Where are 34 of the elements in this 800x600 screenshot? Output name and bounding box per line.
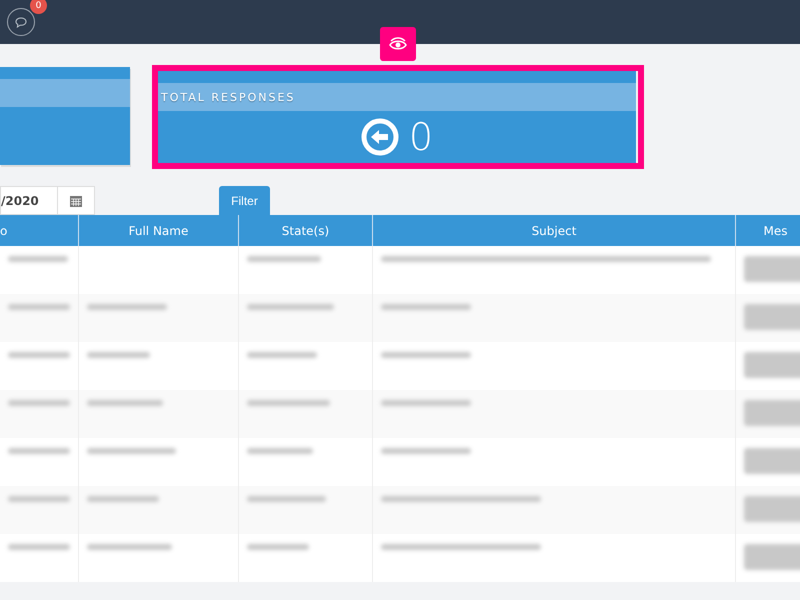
blurred-text — [8, 496, 70, 502]
blurred-text — [744, 304, 800, 330]
blurred-text — [744, 544, 800, 570]
blurred-text — [87, 496, 159, 502]
blurred-text — [8, 400, 70, 406]
filter-tab[interactable]: Filter — [219, 186, 270, 215]
blurred-text — [744, 496, 800, 522]
blurred-text — [8, 304, 70, 310]
date-field[interactable]: /2020 — [0, 186, 58, 215]
column-header[interactable]: Mes — [735, 215, 800, 246]
blurred-text — [8, 256, 68, 262]
calendar-icon — [70, 194, 82, 206]
column-header[interactable]: Full Name — [78, 215, 238, 246]
blurred-text — [744, 400, 800, 426]
chat-icon — [15, 16, 27, 28]
response-count: 0 — [408, 115, 434, 159]
blurred-text — [744, 352, 800, 378]
column-header[interactable]: Subject — [372, 215, 735, 246]
blurred-text — [8, 448, 70, 454]
blurred-text — [247, 352, 317, 358]
blurred-text — [744, 448, 800, 474]
card-title: TOTAL RESPONSES — [161, 90, 296, 104]
column-header[interactable]: o — [0, 215, 78, 246]
eye-icon — [389, 37, 407, 51]
blurred-text — [247, 544, 309, 550]
calendar-button[interactable] — [58, 186, 95, 215]
blurred-text — [247, 448, 313, 454]
blurred-text — [744, 256, 800, 282]
blurred-text — [8, 352, 70, 358]
notification-badge: 0 — [30, 0, 47, 14]
blurred-text — [8, 544, 70, 550]
column-header[interactable]: State(s) — [238, 215, 372, 246]
left-arrow-circle-icon — [360, 118, 399, 156]
blurred-text — [87, 352, 150, 358]
